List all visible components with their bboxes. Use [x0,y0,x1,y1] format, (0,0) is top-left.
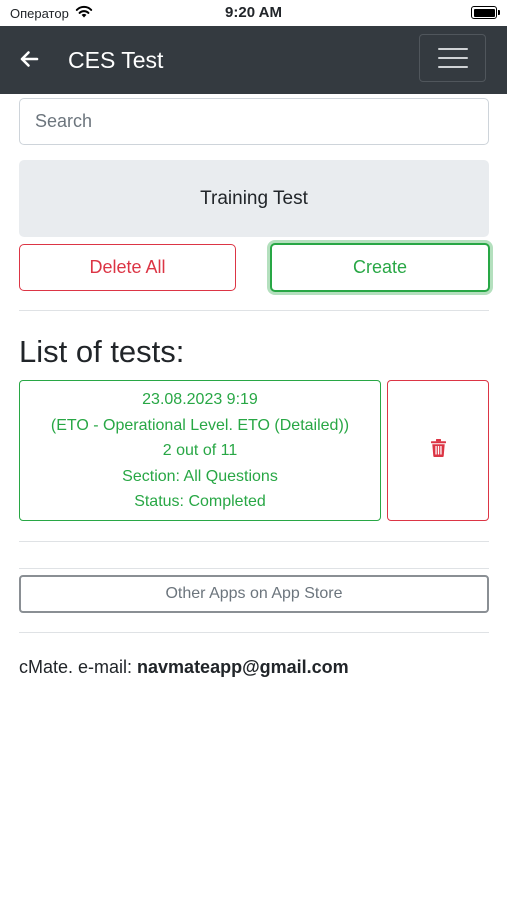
back-button[interactable] [14,46,44,76]
other-apps-label: Other Apps on App Store [165,585,343,602]
delete-all-label: Delete All [89,257,166,277]
training-test-button[interactable]: Training Test [19,160,489,237]
hamburger-icon [437,48,468,50]
navbar: CES Test [0,26,507,94]
test-item[interactable]: 23.08.2023 9:19 (ETO - Operational Level… [19,380,381,521]
create-label: Create [352,257,408,277]
battery-icon [471,6,500,19]
other-apps-button[interactable]: Other Apps on App Store [19,575,489,613]
contact-prefix: cMate. e-mail: [19,657,138,677]
delete-test-button[interactable] [387,380,489,521]
test-name: (ETO - Operational Level. ETO (Detailed)… [50,416,350,434]
list-heading: List of tests: [19,334,185,369]
hamburger-icon [437,57,468,59]
menu-toggle-button[interactable] [419,34,486,82]
arrow-left-icon [19,50,39,73]
status-bar: Оператор 9:20 AM [0,0,507,26]
divider [19,632,489,633]
test-status: Status: Completed [134,493,266,511]
divider [19,310,489,311]
test-date: 23.08.2023 9:19 [142,391,258,408]
footer-contact: cMate. e-mail: navmateapp@gmail.com [19,657,349,678]
delete-all-button[interactable]: Delete All [19,244,236,291]
divider [19,541,489,542]
contact-email[interactable]: navmateapp@gmail.com [137,657,349,677]
hamburger-icon [437,66,468,68]
divider [19,568,489,569]
search-input[interactable] [19,98,489,145]
status-time: 9:20 AM [225,4,282,21]
training-test-label: Training Test [200,187,308,209]
test-section: Section: All Questions [122,467,278,485]
test-score: 2 out of 11 [162,442,238,460]
page-title: CES Test [68,47,164,73]
trash-icon [430,439,446,462]
create-button[interactable]: Create [270,243,490,292]
